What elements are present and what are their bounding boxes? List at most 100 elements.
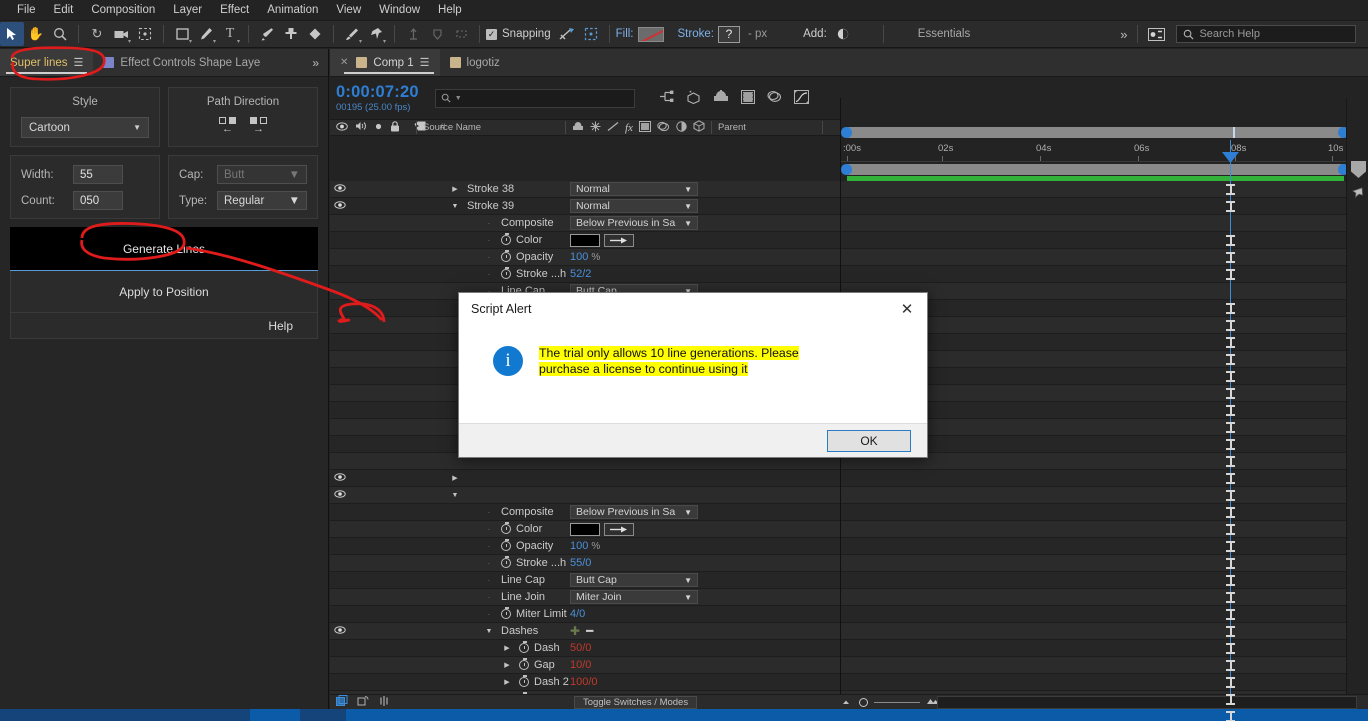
grid-row[interactable]: [841, 232, 1346, 249]
snap-box-icon[interactable]: [579, 22, 603, 46]
keyframe-hold-marker-icon[interactable]: [1226, 558, 1235, 569]
mask-shape-tool[interactable]: [449, 22, 473, 46]
workspace-name[interactable]: Essentials: [918, 28, 970, 40]
keyframe-hold-marker-icon[interactable]: [1226, 643, 1235, 654]
script-alert-dialog[interactable]: Script Alert ✕ i The trial only allows 1…: [458, 292, 928, 458]
value-cell[interactable]: 4/0: [570, 608, 585, 620]
width-input[interactable]: 55: [73, 165, 123, 184]
close-icon[interactable]: ✕: [340, 57, 348, 68]
anchor-point-tool[interactable]: [401, 22, 425, 46]
path-direction-right-button[interactable]: →: [250, 117, 267, 135]
type-select[interactable]: Regular ▼: [217, 191, 307, 210]
camera-tool[interactable]: ▾: [109, 22, 133, 46]
grid-row[interactable]: [841, 555, 1346, 572]
tab-super-lines[interactable]: Super lines ☰: [0, 49, 94, 76]
audio-icon[interactable]: [355, 121, 367, 134]
dropdown-select[interactable]: Normal ▼: [570, 199, 698, 213]
grid-row[interactable]: [841, 470, 1346, 487]
triangle-down-icon[interactable]: ▼: [482, 628, 496, 635]
grid-row[interactable]: [841, 249, 1346, 266]
keyframe-hold-marker-icon[interactable]: [1226, 337, 1235, 348]
search-help-input[interactable]: Search Help: [1176, 25, 1357, 43]
eyedropper-icon[interactable]: [604, 233, 634, 247]
zoom-slider-knob[interactable]: [859, 697, 868, 707]
composition-mini-flowchart-icon[interactable]: [659, 90, 674, 107]
eye-icon[interactable]: [330, 184, 350, 194]
grid-row[interactable]: [841, 538, 1346, 555]
eyedropper-icon[interactable]: [604, 522, 634, 536]
eye-icon[interactable]: [330, 490, 350, 500]
clone-stamp-tool[interactable]: [279, 22, 303, 46]
keyframe-hold-marker-icon[interactable]: [1226, 609, 1235, 620]
keyframe-hold-marker-icon[interactable]: [1226, 660, 1235, 671]
snap-arrow-icon[interactable]: [555, 22, 579, 46]
grid-row[interactable]: [841, 487, 1346, 504]
zoom-tool[interactable]: [48, 22, 72, 46]
motion-blur-icon[interactable]: [767, 90, 782, 107]
stopwatch-icon[interactable]: [519, 658, 529, 670]
frame-blend-icon[interactable]: [638, 120, 651, 135]
keyframe-hold-marker-icon[interactable]: [1226, 252, 1235, 263]
value-cell[interactable]: 100%: [570, 540, 600, 552]
table-row[interactable]: · Color: [330, 232, 840, 249]
toggle-switches-modes-button[interactable]: Toggle Switches / Modes: [574, 695, 698, 709]
keyframe-hold-marker-icon[interactable]: [1226, 184, 1235, 195]
grid-row[interactable]: [841, 606, 1346, 623]
playhead[interactable]: [1222, 140, 1239, 721]
tab-effect-controls[interactable]: Effect Controls Shape Laye: [93, 49, 270, 76]
adjustment-layer-icon[interactable]: [676, 120, 687, 135]
keyframe-hold-marker-icon[interactable]: [1226, 711, 1235, 721]
table-row[interactable]: ▼: [330, 487, 840, 504]
value-cell[interactable]: 55/0: [570, 557, 591, 569]
menu-item-view[interactable]: View: [327, 0, 370, 20]
value-text[interactable]: 100/0: [570, 676, 598, 688]
value-cell[interactable]: 52/2: [570, 268, 591, 280]
triangle-right-icon[interactable]: ▶: [500, 678, 514, 686]
stopwatch-icon[interactable]: [501, 556, 511, 568]
keyframe-hold-marker-icon[interactable]: [1226, 269, 1235, 280]
triangle-down-icon[interactable]: ▼: [448, 492, 462, 499]
table-row[interactable]: · Composite Below Previous in Sa ▼: [330, 504, 840, 521]
draft-3d-icon[interactable]: [686, 90, 701, 107]
color-swatch[interactable]: [570, 233, 600, 247]
comp-mini-icon[interactable]: [357, 695, 369, 710]
fill-swatch[interactable]: [637, 26, 664, 42]
keyframe-hold-marker-icon[interactable]: [1226, 405, 1235, 416]
dropdown-select[interactable]: Butt Cap ▼: [570, 573, 698, 587]
table-row[interactable]: · Opacity 100%: [330, 538, 840, 555]
dropdown-select[interactable]: Below Previous in Sa ▼: [570, 216, 698, 230]
stopwatch-icon[interactable]: [501, 233, 511, 245]
table-row[interactable]: · Stroke ...h 52/2: [330, 266, 840, 283]
graph-editor-icon[interactable]: [793, 89, 809, 107]
timeline-search-input[interactable]: ▼: [434, 88, 635, 108]
hide-shy-layers-icon[interactable]: [713, 89, 729, 107]
table-row[interactable]: · Line Join Miter Join ▼: [330, 589, 840, 606]
dropdown-select[interactable]: Miter Join ▼: [570, 590, 698, 604]
pan-behind-tool[interactable]: [133, 22, 157, 46]
timeline-zoom-field[interactable]: [937, 695, 1357, 709]
table-row[interactable]: · Line Cap Butt Cap ▼: [330, 572, 840, 589]
keyframe-hold-marker-icon[interactable]: [1226, 456, 1235, 467]
stopwatch-icon[interactable]: [501, 267, 511, 279]
help-button[interactable]: Help: [268, 319, 293, 333]
hand-tool[interactable]: ✋: [24, 22, 48, 46]
stopwatch-icon[interactable]: [501, 522, 511, 534]
table-row[interactable]: ▶ Gap 10/0: [330, 657, 840, 674]
keyframe-hold-marker-icon[interactable]: [1226, 320, 1235, 331]
cap-select[interactable]: Butt ▼: [217, 165, 307, 184]
keyframe-hold-marker-icon[interactable]: [1226, 201, 1235, 212]
grid-row[interactable]: [841, 623, 1346, 640]
stopwatch-icon[interactable]: [501, 607, 511, 619]
roto-brush-tool[interactable]: ▾: [340, 22, 364, 46]
grid-row[interactable]: [841, 674, 1346, 691]
rectangle-tool[interactable]: ▾: [170, 22, 194, 46]
keyframe-hold-marker-icon[interactable]: [1226, 303, 1235, 314]
snapping-checkbox-icon[interactable]: ✓: [486, 28, 497, 40]
timeline-ruler[interactable]: :00s 02s 04s 06s 08s 10s: [841, 140, 1346, 162]
shy-icon[interactable]: [572, 121, 584, 135]
source-name-column-header[interactable]: Source Name: [423, 122, 481, 133]
table-row[interactable]: ▼ Stroke 39 Normal ▼: [330, 198, 840, 215]
eye-icon[interactable]: [330, 626, 350, 636]
table-row[interactable]: ▼ Dashes ✚ ━: [330, 623, 840, 640]
menu-item-window[interactable]: Window: [370, 0, 429, 20]
